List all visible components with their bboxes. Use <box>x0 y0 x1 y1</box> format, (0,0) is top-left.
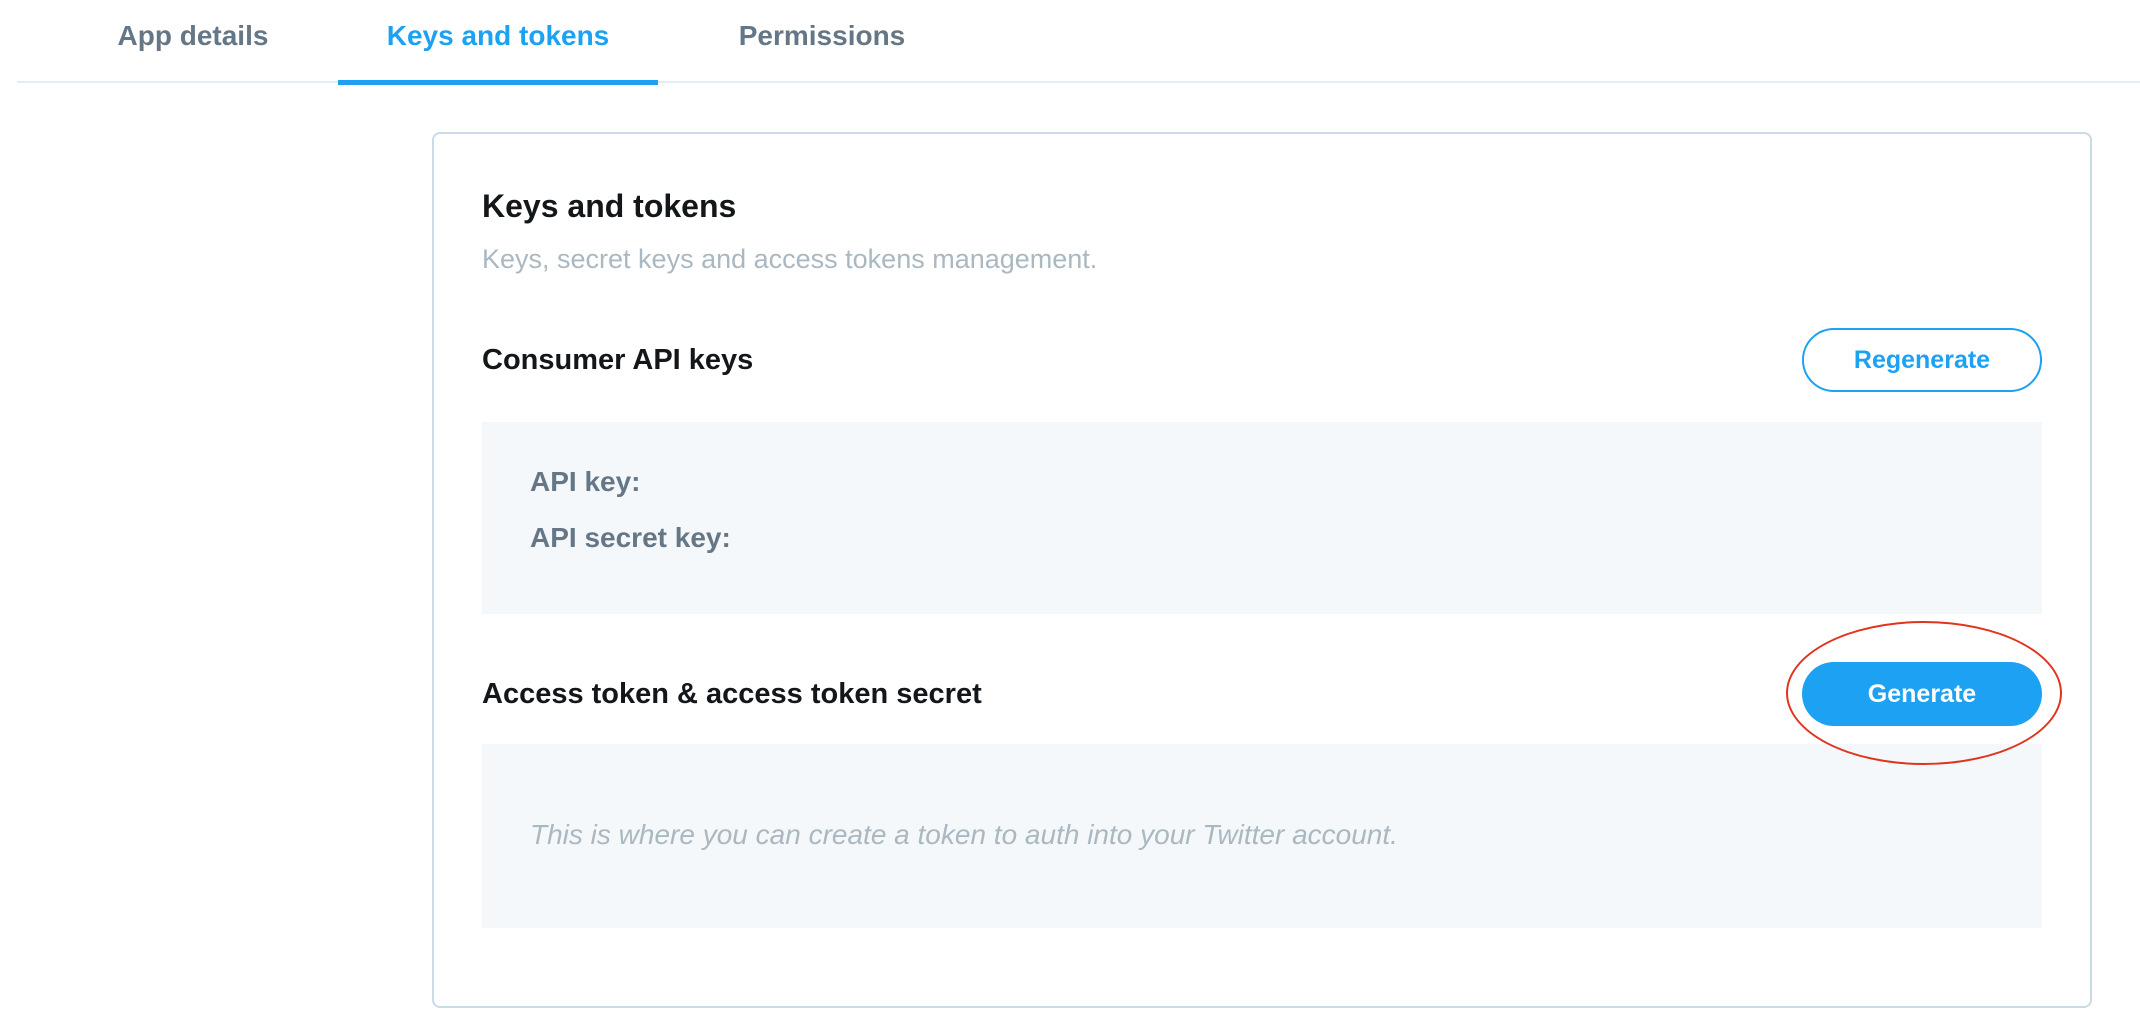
card-subtitle: Keys, secret keys and access tokens mana… <box>482 244 1098 274</box>
tab-app-details[interactable]: App details <box>77 0 309 83</box>
regenerate-button[interactable]: Regenerate <box>1802 328 2042 392</box>
access-token-heading: Access token & access token secret <box>482 678 982 710</box>
keys-and-tokens-card: Keys and tokens Keys, secret keys and ac… <box>432 132 2092 1008</box>
tab-keys-and-tokens[interactable]: Keys and tokens <box>338 0 658 85</box>
consumer-api-keys-heading: Consumer API keys <box>482 344 754 376</box>
card-title: Keys and tokens <box>482 188 737 224</box>
access-token-panel: This is where you can create a token to … <box>482 744 2042 928</box>
tab-bar: App details Keys and tokens Permissions <box>17 0 2140 85</box>
api-secret-key-label: API secret key: <box>530 522 731 553</box>
tab-permissions[interactable]: Permissions <box>687 0 957 83</box>
consumer-keys-panel: API key: API secret key: <box>482 422 2042 614</box>
generate-button[interactable]: Generate <box>1802 662 2042 726</box>
access-token-placeholder: This is where you can create a token to … <box>530 819 1398 850</box>
api-key-label: API key: <box>530 466 641 497</box>
